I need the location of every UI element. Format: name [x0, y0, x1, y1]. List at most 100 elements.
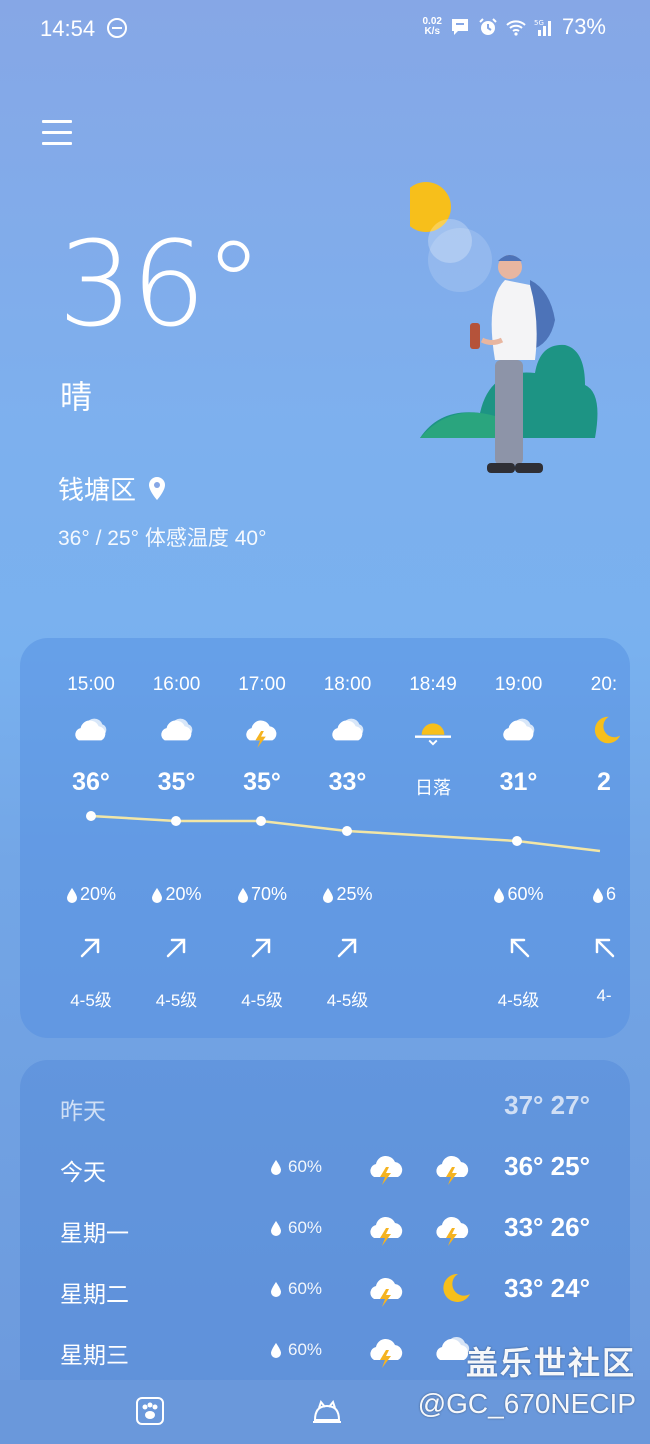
location-pin-icon [149, 476, 166, 500]
hour-rain: 6 [561, 884, 630, 905]
hour-wind-level: 4-5级 [326, 991, 369, 1010]
wind-direction-icon [166, 938, 185, 958]
thunder-icon [366, 1147, 408, 1185]
hour-temp: 36° [72, 768, 110, 796]
location[interactable]: 钱塘区 [58, 470, 168, 507]
raindrop-icon [152, 887, 163, 903]
raindrop-icon [271, 1160, 281, 1175]
watermark-title: 盖乐世社区 [465, 1345, 636, 1381]
raindrop-icon [323, 887, 334, 903]
wind-direction-icon [251, 938, 271, 958]
thunder-icon [242, 712, 282, 748]
daily-row[interactable]: 今天 60% 36° 25° [20, 1143, 630, 1193]
daily-row[interactable]: 星期一 60% 33° 26° [20, 1204, 630, 1254]
daily-row[interactable]: 星期二 60% 33° 24° [20, 1265, 630, 1315]
hour-rain: 20% [48, 884, 134, 905]
thunder-icon [432, 1147, 474, 1185]
network-speed: 0.02 K/s [422, 16, 442, 37]
hour-wind-level: 4-5级 [497, 991, 540, 1010]
cloudy-icon [499, 712, 539, 748]
cloudy-icon [71, 712, 111, 748]
wind-direction-icon [80, 938, 100, 958]
wind-direction-icon [595, 938, 615, 958]
hour-rain: 20% [134, 884, 220, 905]
hourly-item: 18:49 日落 [390, 638, 476, 1038]
wind-direction-icon [510, 938, 529, 958]
day-temps: 33° 24° [504, 1273, 590, 1303]
cat-icon[interactable] [310, 1394, 344, 1428]
hourly-item: 18:00 33° 25% 4-5级 [305, 638, 391, 1038]
hour-time: 19:00 [494, 674, 543, 695]
watermark-user: @GC_670NECIP [417, 1388, 636, 1419]
raindrop-icon [237, 887, 248, 903]
hour-time: 16:00 [152, 674, 201, 695]
thunder-icon [366, 1269, 408, 1307]
alarm-icon [479, 18, 497, 35]
battery-level: 73% [561, 14, 606, 39]
hour-time: 18:49 [409, 674, 457, 695]
hour-rain: 25% [305, 884, 391, 905]
moon-icon [584, 712, 624, 748]
raindrop-icon [271, 1343, 281, 1358]
wind-direction-icon [337, 938, 356, 958]
thunder-icon [432, 1208, 474, 1246]
hourly-item: 19:00 31° 60% 4-5级 [476, 638, 562, 1038]
thunder-icon [366, 1330, 408, 1368]
paw-icon[interactable] [133, 1394, 167, 1428]
status-icons: 0.02 K/s 5G 73% [422, 14, 606, 40]
status-bar: 14:54 0.02 K/s 5G 73% [0, 0, 650, 58]
hourly-item: 17:00 35° 70% 4-5级 [219, 638, 305, 1038]
day-temps: 36° 25° [504, 1151, 590, 1181]
day-name: 星期三 [60, 1342, 129, 1368]
menu-icon[interactable] [42, 120, 72, 146]
wifi-icon [506, 20, 526, 36]
hour-temp: 2 [597, 768, 611, 796]
message-icon [451, 19, 468, 35]
hour-wind-level: 4-5级 [70, 991, 112, 1010]
day-rain: 60% [270, 1279, 322, 1299]
day-name: 星期二 [60, 1281, 129, 1307]
raindrop-icon [271, 1282, 281, 1297]
moon-icon [432, 1269, 474, 1307]
current-temperature: 36° [58, 215, 263, 353]
hourly-item: 20: 2 6 4- [561, 638, 630, 1038]
day-rain: 60% [270, 1218, 322, 1238]
hour-wind-level: 4-5级 [241, 991, 283, 1010]
hour-temp: 31° [499, 768, 538, 796]
day-name: 星期一 [60, 1220, 129, 1246]
hour-wind-level: 4-5级 [155, 991, 198, 1010]
day-rain: 60% [270, 1340, 322, 1360]
weather-illustration [410, 182, 598, 473]
raindrop-icon [592, 887, 603, 903]
hourly-forecast-card[interactable]: 15:00 36° 20% 4-5级 16:00 35° 20% 4-5级 17:00 35° 70… [20, 638, 630, 1038]
raindrop-icon [494, 887, 505, 903]
signal-5g-icon: 5G [534, 19, 551, 36]
hourly-item: 15:00 36° 20% 4-5级 [48, 638, 134, 1038]
thunder-icon [366, 1208, 408, 1246]
watermark: 盖乐世社区 @GC_670NECIP [418, 1338, 636, 1420]
hour-time: 17:00 [238, 674, 286, 695]
hour-rain: 70% [219, 884, 305, 905]
day-name: 昨天 [60, 1098, 106, 1124]
day-temps: 37° 27° [504, 1090, 590, 1120]
daily-row[interactable]: 昨天 37° 27° [20, 1082, 630, 1132]
status-time: 14:54 [40, 16, 96, 41]
hourly-item: 16:00 35° 20% 4-5级 [134, 638, 220, 1038]
hour-time: 18:00 [323, 674, 372, 695]
hour-rain: 60% [476, 884, 562, 905]
hour-temp: 33° [328, 768, 367, 796]
raindrop-icon [66, 887, 77, 903]
sunset-icon [413, 712, 453, 748]
day-rain: 60% [270, 1157, 322, 1177]
current-condition: 晴 [60, 379, 93, 415]
cloudy-icon [328, 712, 368, 748]
hour-temp: 35° [157, 768, 196, 796]
hour-temp: 日落 [415, 778, 451, 798]
hour-time: 20: [590, 674, 618, 695]
hour-wind-level: 4- [596, 986, 612, 1005]
svg-text:5G: 5G [534, 19, 544, 27]
hour-time: 15:00 [67, 674, 115, 695]
temperature-range: 36° / 25° 体感温度 40° [58, 527, 267, 550]
day-temps: 33° 26° [504, 1212, 590, 1242]
location-name: 钱塘区 [58, 475, 137, 505]
